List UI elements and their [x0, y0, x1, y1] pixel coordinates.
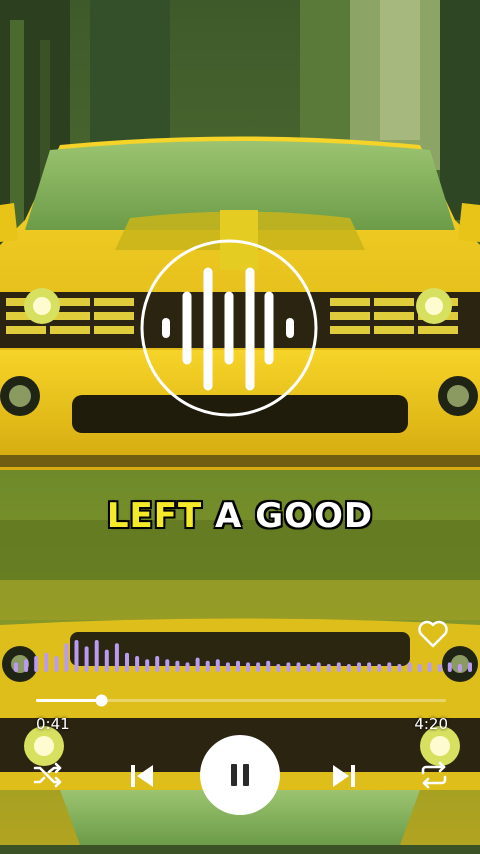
- spectrum-bar: [195, 657, 200, 672]
- spectrum-bar: [246, 662, 250, 672]
- background-scene: [0, 0, 480, 854]
- spectrum-bar: [437, 664, 442, 672]
- shuffle-button[interactable]: [30, 758, 66, 792]
- skip-previous-icon: [131, 765, 153, 787]
- spectrum-bar: [74, 640, 79, 672]
- spectrum-bar: [135, 656, 140, 672]
- spectrum-bar: [155, 656, 160, 672]
- spectrum-bar: [316, 662, 321, 672]
- spectrum-bar: [64, 643, 69, 672]
- skip-next-icon: [333, 765, 355, 787]
- spectrum-bar: [457, 664, 462, 672]
- spectrum-bar: [427, 662, 432, 672]
- previous-button[interactable]: [124, 758, 160, 794]
- spectrum-bar: [205, 660, 210, 672]
- progress-knob: [95, 694, 108, 707]
- spectrum-bar: [14, 662, 18, 672]
- spectrum-bar: [417, 664, 422, 672]
- spectrum-bar: [296, 662, 301, 672]
- caption-word: A: [215, 496, 243, 536]
- spectrum-bar: [286, 662, 291, 672]
- spectrum-bar: [367, 662, 372, 672]
- video-frame: LEFT A GOOD 0:41 4:20: [0, 0, 480, 854]
- next-button[interactable]: [326, 758, 362, 794]
- spectrum-bar: [125, 652, 129, 672]
- spectrum-bar: [346, 664, 351, 672]
- spectrum-bar: [377, 664, 382, 672]
- spectrum-bar: [447, 662, 452, 672]
- spectrum-bar: [114, 643, 119, 672]
- spectrum-bar: [185, 662, 190, 672]
- spectrum-bar: [236, 660, 240, 672]
- repeat-icon: [421, 761, 447, 789]
- spectrum-bar: [266, 660, 271, 672]
- spectrum-bar: [225, 662, 230, 672]
- repeat-button[interactable]: [416, 758, 452, 792]
- caption-word: GOOD: [255, 496, 374, 536]
- spectrum-bar: [165, 659, 170, 672]
- shuffle-icon: [33, 762, 62, 788]
- spectrum-bar: [44, 652, 49, 672]
- spectrum-bar: [175, 660, 180, 672]
- caption-word-highlighted: LEFT: [106, 496, 203, 536]
- subtitle-caption: LEFT A GOOD: [0, 494, 480, 538]
- spectrum-bar: [24, 659, 29, 672]
- spectrum-bar: [468, 662, 472, 672]
- spectrum-bar: [407, 662, 412, 672]
- spectrum-bar: [84, 646, 89, 672]
- heart-icon: [418, 620, 448, 648]
- progress-fill: [36, 699, 102, 702]
- spectrum-bar: [215, 659, 220, 672]
- spectrum-bar: [397, 664, 402, 672]
- spectrum-bar: [387, 662, 392, 672]
- spectrum-bar: [94, 640, 99, 672]
- spectrum-bar: [357, 662, 361, 672]
- spectrum-bar: [336, 662, 341, 672]
- current-time: 0:41: [36, 715, 70, 733]
- spectrum-bar: [104, 649, 109, 672]
- spectrum-bar: [54, 656, 59, 672]
- total-time: 4:20: [414, 715, 448, 733]
- spectrum-bar: [306, 664, 311, 672]
- pause-icon: [231, 764, 249, 786]
- spectrum-bar: [276, 664, 281, 672]
- spectrum-bar: [256, 662, 261, 672]
- spectrum-bar: [34, 656, 39, 672]
- spectrum-bar: [145, 659, 150, 672]
- play-pause-button[interactable]: [200, 735, 280, 815]
- like-button[interactable]: [416, 618, 450, 650]
- spectrum-bar: [326, 664, 331, 672]
